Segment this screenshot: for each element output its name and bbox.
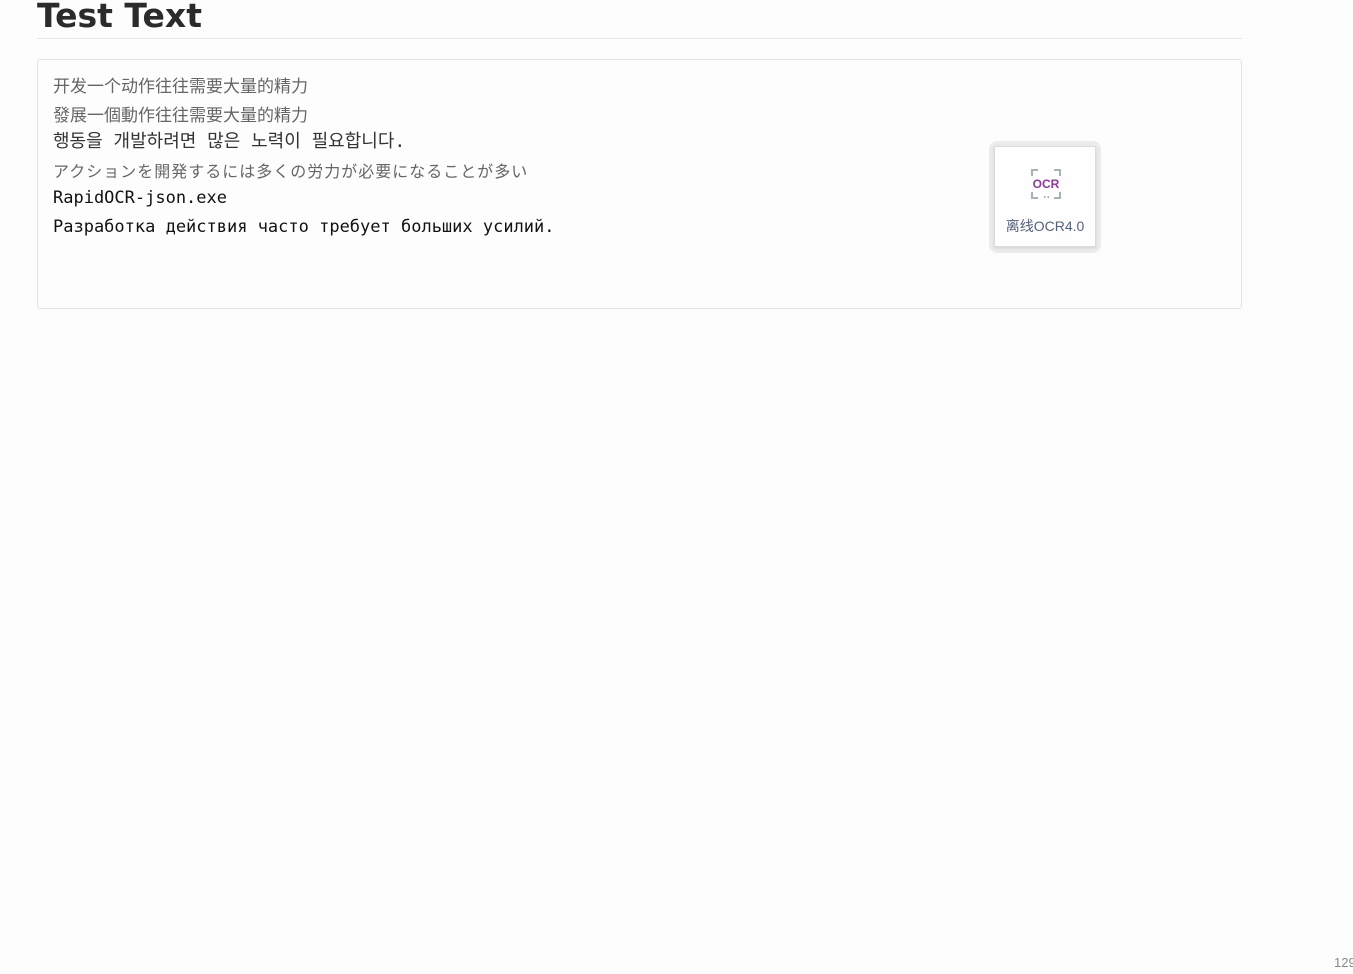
corner-number: 129 — [1334, 955, 1353, 970]
text-line-traditional-chinese: 發展一個動作往往需要大量的精力 — [53, 106, 308, 126]
offline-ocr-widget[interactable]: OCR 离线OCR4.0 — [989, 141, 1101, 253]
ocr-icon-text: OCR — [1033, 177, 1060, 191]
ocr-widget-label: 离线OCR4.0 — [1005, 218, 1085, 234]
text-line-japanese: アクションを開発するには多くの労力が必要になることが多い — [53, 162, 529, 181]
text-line-simplified-chinese: 开发一个动作往往需要大量的精力 — [53, 77, 308, 97]
text-line-russian: Разработка действия часто требует больши… — [53, 217, 555, 237]
ocr-scan-icon: OCR — [1031, 169, 1061, 199]
text-line-executable-name: RapidOCR-json.exe — [53, 188, 227, 208]
page-title: Test Text — [37, 0, 1242, 39]
offline-ocr-button[interactable]: OCR 离线OCR4.0 — [994, 146, 1096, 247]
text-line-korean: 행동을 개발하려면 많은 노력이 필요합니다. — [53, 131, 406, 152]
